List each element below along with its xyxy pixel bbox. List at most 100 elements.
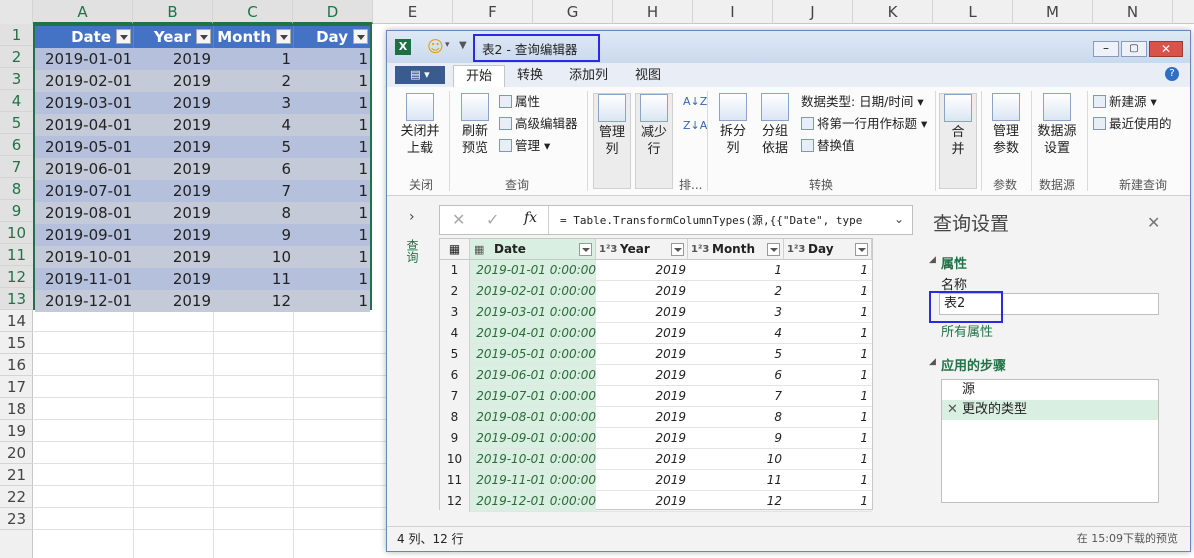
replace-values-button[interactable]: 替换值 — [801, 137, 855, 155]
grid-row-number[interactable]: 2 — [440, 281, 470, 302]
table-cell[interactable]: 3 — [281, 92, 291, 114]
column-header-a[interactable]: A — [33, 0, 133, 24]
formula-input[interactable]: = Table.TransformColumnTypes(源,{{"Date",… — [560, 212, 886, 228]
row-header[interactable]: 17 — [0, 376, 33, 398]
fx-icon[interactable]: fx — [524, 210, 537, 226]
number-type-icon[interactable]: 1²3 — [599, 239, 617, 260]
grid-cell[interactable]: 4 — [774, 323, 782, 344]
step-item[interactable]: 源 — [942, 380, 1158, 400]
table-cell[interactable]: 2019 — [173, 70, 211, 92]
table-cell[interactable]: 2019-06-01 — [45, 158, 132, 180]
table-cell[interactable]: 2019-07-01 — [45, 180, 132, 202]
column-header-l[interactable]: L — [933, 0, 1013, 24]
column-header-c[interactable]: C — [213, 0, 293, 24]
row-header[interactable]: 13 — [0, 288, 33, 310]
row-header[interactable]: 21 — [0, 464, 33, 486]
group-by-button[interactable]: 分组 依据 — [755, 93, 795, 157]
grid-cell[interactable]: 2019 — [655, 365, 686, 386]
tab-home[interactable]: 开始 — [453, 65, 506, 87]
row-header[interactable]: 23 — [0, 508, 33, 530]
step-item-selected[interactable]: ✕ 更改的类型 — [942, 400, 1158, 420]
table-row[interactable]: 2019-06-01 2019 6 1 — [35, 158, 370, 180]
grid-cell[interactable]: 9 — [774, 428, 782, 449]
tab-transform[interactable]: 转换 — [505, 65, 555, 87]
table-row[interactable]: 2019-11-01 2019 11 1 — [35, 268, 370, 290]
grid-cell[interactable]: 1 — [860, 470, 868, 491]
table-cell[interactable]: 2019 — [173, 180, 211, 202]
grid-row[interactable]: 12 2019-12-01 0:00:00 2019 12 1 — [440, 491, 872, 512]
grid-cell[interactable]: 6 — [774, 365, 782, 386]
grid-cell[interactable]: 2019 — [655, 344, 686, 365]
grid-cell[interactable]: 2019-03-01 0:00:00 — [476, 302, 596, 323]
grid-row-number[interactable]: 1 — [440, 260, 470, 281]
column-header-e[interactable]: E — [373, 0, 453, 24]
row-header[interactable]: 9 — [0, 200, 33, 222]
manage-columns-button[interactable]: 管理 列 — [593, 93, 631, 189]
grid-cell[interactable]: 1 — [860, 302, 868, 323]
advanced-editor-button[interactable]: 高级编辑器 — [499, 115, 578, 133]
grid-cell[interactable]: 2019-06-01 0:00:00 — [476, 365, 596, 386]
properties-button[interactable]: 属性 — [499, 93, 540, 111]
grid-cell[interactable]: 12 — [767, 491, 782, 512]
table-header-month[interactable]: Month — [213, 26, 293, 48]
number-type-icon[interactable]: 1²3 — [787, 239, 805, 260]
row-header[interactable]: 16 — [0, 354, 33, 376]
grid-cell[interactable]: 1 — [860, 281, 868, 302]
row-header[interactable]: 12 — [0, 266, 33, 288]
row-header[interactable]: 19 — [0, 420, 33, 442]
grid-cell[interactable]: 2019 — [655, 386, 686, 407]
grid-header-date[interactable]: ▦ Date — [470, 239, 596, 260]
table-cell[interactable]: 1 — [358, 290, 368, 312]
filter-dropdown-icon[interactable] — [855, 243, 868, 256]
merge-button[interactable]: 合 并 — [939, 93, 977, 189]
row-header[interactable]: 18 — [0, 398, 33, 420]
close-and-load-button[interactable]: 关闭并 上载 — [397, 93, 443, 157]
close-settings-icon[interactable]: ✕ — [1147, 213, 1160, 232]
table-cell[interactable]: 1 — [358, 48, 368, 70]
queries-pane-label[interactable]: 查询 — [405, 239, 421, 263]
grid-cell[interactable]: 1 — [860, 260, 868, 281]
customize-toolbar-icon[interactable]: ▼ — [459, 40, 467, 51]
table-cell[interactable]: 2 — [281, 70, 291, 92]
table-cell[interactable]: 9 — [281, 224, 291, 246]
row-header[interactable]: 8 — [0, 178, 33, 200]
table-cell[interactable]: 2019-05-01 — [45, 136, 132, 158]
table-cell[interactable]: 2019 — [173, 246, 211, 268]
grid-cell[interactable]: 8 — [774, 407, 782, 428]
filter-dropdown-icon[interactable] — [767, 243, 780, 256]
grid-cell[interactable]: 1 — [860, 407, 868, 428]
grid-cell[interactable]: 2019-07-01 0:00:00 — [476, 386, 596, 407]
grid-cell[interactable]: 2 — [774, 281, 782, 302]
table-row[interactable]: 2019-08-01 2019 8 1 — [35, 202, 370, 224]
column-header-g[interactable]: G — [533, 0, 613, 24]
table-cell[interactable]: 2019-01-01 — [45, 48, 132, 70]
grid-cell[interactable]: 2019-05-01 0:00:00 — [476, 344, 596, 365]
expand-queries-icon[interactable]: › — [409, 209, 415, 225]
table-cell[interactable]: 2019 — [173, 158, 211, 180]
table-header-date[interactable]: Date — [35, 26, 133, 48]
grid-cell[interactable]: 3 — [774, 302, 782, 323]
table-cell[interactable]: 2019 — [173, 202, 211, 224]
grid-cell[interactable]: 2019-02-01 0:00:00 — [476, 281, 596, 302]
grid-cell[interactable]: 2019-10-01 0:00:00 — [476, 449, 596, 470]
filter-dropdown-icon[interactable] — [196, 29, 211, 44]
table-cell[interactable]: 1 — [358, 92, 368, 114]
grid-row-number[interactable]: 7 — [440, 386, 470, 407]
row-header[interactable]: 4 — [0, 90, 33, 112]
filter-dropdown-icon[interactable] — [353, 29, 368, 44]
grid-cell[interactable]: 2019 — [655, 281, 686, 302]
table-cell[interactable]: 2019-11-01 — [45, 268, 132, 290]
sort-ascending-icon[interactable]: A↓Z — [683, 93, 707, 111]
row-header[interactable]: 14 — [0, 310, 33, 332]
select-all-corner[interactable] — [0, 0, 33, 24]
new-source-button[interactable]: 新建源 ▾ — [1093, 93, 1157, 111]
close-button[interactable]: ✕ — [1149, 41, 1183, 57]
table-row[interactable]: 2019-09-01 2019 9 1 — [35, 224, 370, 246]
grid-cell[interactable]: 2019 — [655, 323, 686, 344]
recent-sources-button[interactable]: 最近使用的 — [1093, 115, 1172, 133]
manage-button[interactable]: 管理 ▾ — [499, 137, 550, 155]
row-header[interactable]: 3 — [0, 68, 33, 90]
column-header-h[interactable]: H — [613, 0, 693, 24]
row-header[interactable]: 2 — [0, 46, 33, 68]
grid-cell[interactable]: 2019 — [655, 491, 686, 512]
